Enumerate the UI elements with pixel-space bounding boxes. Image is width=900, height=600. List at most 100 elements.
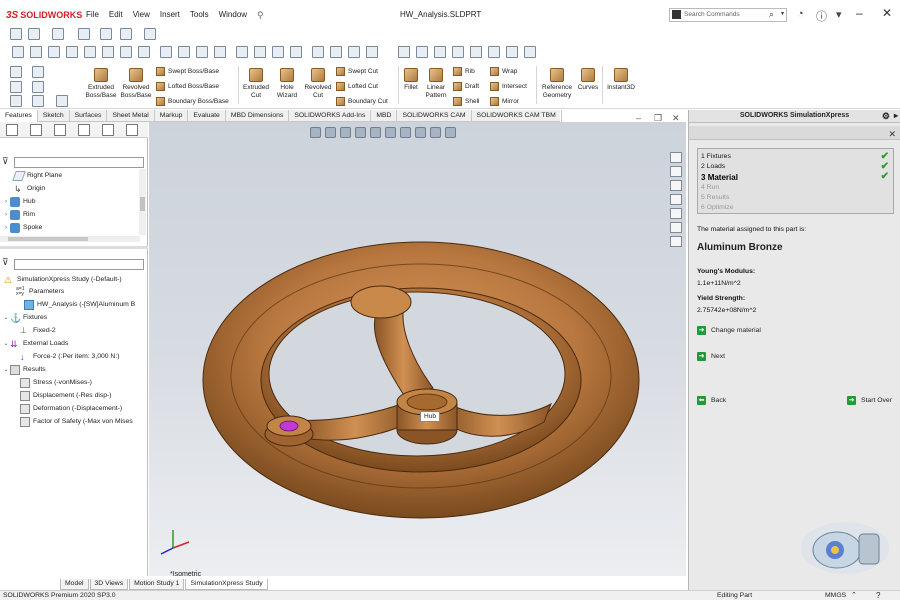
back-button[interactable]: ⬅ Back xyxy=(697,396,726,405)
tree-item-displacement[interactable]: Displacement (-Res disp-) xyxy=(20,389,112,402)
tab-model[interactable]: Model xyxy=(60,579,89,590)
swept-cut-button[interactable]: Swept Cut xyxy=(336,67,378,76)
solidworks-logo[interactable]: 3S SOLIDWORKS xyxy=(6,9,82,21)
scene-icon[interactable] xyxy=(506,46,518,58)
tab-3d-views[interactable]: 3D Views xyxy=(89,579,129,590)
curves-button[interactable]: Curves xyxy=(576,68,600,92)
rib-button[interactable]: Rib xyxy=(453,67,475,76)
tree-item-force[interactable]: ↓ Force-2 (:Per item: 3,000 N:) xyxy=(20,350,120,363)
panel-arrows-icon[interactable] xyxy=(126,124,138,136)
display-manager-tab-icon[interactable] xyxy=(102,124,114,136)
lofted-cut-button[interactable]: Lofted Cut xyxy=(336,82,378,91)
chevron-down-icon[interactable]: ▾ xyxy=(781,10,784,17)
handwheel-model[interactable] xyxy=(149,122,686,576)
chevron-down-icon[interactable]: ⌄ xyxy=(2,314,10,321)
feature-manager-tab-icon[interactable] xyxy=(6,124,18,136)
tab-sheet-metal[interactable]: Sheet Metal xyxy=(107,110,155,122)
options-gear-icon[interactable] xyxy=(120,28,132,40)
chevron-right-icon[interactable]: › xyxy=(2,212,10,218)
tree-item-external-loads[interactable]: ⌄ ⇊ External Loads xyxy=(2,337,68,350)
open-ribbon-icon[interactable] xyxy=(10,95,22,107)
toolbar-options-icon[interactable] xyxy=(524,46,536,58)
undo-icon[interactable] xyxy=(144,28,156,40)
graphics-area[interactable] xyxy=(149,122,686,576)
spline-icon[interactable] xyxy=(236,46,248,58)
home-icon[interactable] xyxy=(10,28,22,40)
scrollbar-thumb[interactable] xyxy=(140,197,145,211)
tree-item-right-plane[interactable]: Right Plane xyxy=(6,169,62,182)
menu-insert[interactable]: Insert xyxy=(160,10,180,21)
mass-properties-icon[interactable] xyxy=(434,46,446,58)
appearance-icon[interactable] xyxy=(452,46,464,58)
minimize-view-icon[interactable]: – xyxy=(636,113,641,123)
fillet-sketch-icon[interactable] xyxy=(348,46,360,58)
menu-window[interactable]: Window xyxy=(219,10,247,21)
select-icon[interactable] xyxy=(48,46,60,58)
chamfer-icon[interactable] xyxy=(366,46,378,58)
rebuild-ribbon-icon[interactable] xyxy=(32,81,44,93)
appearances-icon[interactable] xyxy=(670,208,682,219)
tab-evaluate[interactable]: Evaluate xyxy=(188,110,226,122)
simulationxpress-tab-icon[interactable] xyxy=(670,236,682,247)
file-explorer-icon[interactable] xyxy=(670,180,682,191)
boundary-boss-button[interactable]: Boundary Boss/Base xyxy=(156,97,229,106)
line-icon[interactable] xyxy=(160,46,172,58)
tree-item-fixtures[interactable]: ⌄ ⚓ Fixtures xyxy=(2,311,47,324)
relations-icon[interactable] xyxy=(330,46,342,58)
tab-motion-study[interactable]: Motion Study 1 xyxy=(129,579,185,590)
pin-icon[interactable]: ⚲ xyxy=(257,10,264,21)
lofted-boss-button[interactable]: Lofted Boss/Base xyxy=(156,82,219,91)
display-style-icon[interactable] xyxy=(120,46,132,58)
property-manager-tab-icon[interactable] xyxy=(30,124,42,136)
zoom-to-fit-icon[interactable] xyxy=(310,127,321,138)
tree-item-parameters[interactable]: a=1 x=y Parameters xyxy=(16,285,64,298)
tab-sketch[interactable]: Sketch xyxy=(38,110,70,122)
new-document-icon[interactable] xyxy=(28,28,40,40)
panel-splitter[interactable] xyxy=(0,246,148,249)
zoom-icon[interactable] xyxy=(84,46,96,58)
tree-item-rim[interactable]: › Rim xyxy=(2,208,35,221)
help-status-icon[interactable]: ? xyxy=(876,591,880,600)
filter-icon[interactable]: ⊽ xyxy=(2,156,9,167)
display-style-hud-icon[interactable] xyxy=(385,127,396,138)
user-icon[interactable]: ◔ xyxy=(797,8,804,20)
measure-icon[interactable] xyxy=(416,46,428,58)
tree-item-results[interactable]: ⌄ Results xyxy=(2,363,46,376)
shell-button[interactable]: Shell xyxy=(453,97,479,106)
view-orientation-hud-icon[interactable] xyxy=(370,127,381,138)
horizontal-scrollbar[interactable] xyxy=(0,236,140,242)
hole-wizard-button[interactable]: Hole Wizard xyxy=(272,68,302,99)
close-window-button[interactable]: ✕ xyxy=(882,6,892,20)
previous-view-icon[interactable] xyxy=(340,127,351,138)
save-ribbon-icon[interactable] xyxy=(32,66,44,78)
menu-edit[interactable]: Edit xyxy=(109,10,123,21)
solidworks-resources-icon[interactable] xyxy=(670,152,682,163)
search-commands-input[interactable]: Search Commands ⌕ ▾ xyxy=(669,8,787,22)
tab-markup[interactable]: Markup xyxy=(155,110,189,122)
revolved-boss-button[interactable]: Revolved Boss/Base xyxy=(119,68,153,99)
smart-dimension-icon[interactable] xyxy=(66,46,78,58)
close-panel-button[interactable]: ✕ xyxy=(888,129,896,140)
save-icon[interactable] xyxy=(78,28,90,40)
tree-item-deformation[interactable]: Deformation (-Displacement-) xyxy=(20,402,122,415)
swept-boss-button[interactable]: Swept Boss/Base xyxy=(156,67,219,76)
dimxpert-tab-icon[interactable] xyxy=(78,124,90,136)
mirror-button[interactable]: Mirror xyxy=(490,97,519,106)
linear-pattern-button[interactable]: Linear Pattern xyxy=(422,68,450,99)
circle-icon[interactable] xyxy=(178,46,190,58)
tab-solidworks-addins[interactable]: SOLIDWORKS Add-Ins xyxy=(289,110,372,122)
settings-gear-icon[interactable]: ⚙ xyxy=(882,110,890,122)
pattern-icon[interactable] xyxy=(312,46,324,58)
configuration-manager-tab-icon[interactable] xyxy=(54,124,66,136)
tab-surfaces[interactable]: Surfaces xyxy=(70,110,108,122)
step-fixtures[interactable]: 1 Fixtures xyxy=(701,153,731,160)
view-orientation-icon[interactable] xyxy=(102,46,114,58)
edit-appearance-icon[interactable] xyxy=(415,127,426,138)
scrollbar-thumb[interactable] xyxy=(8,237,88,241)
revolved-cut-button[interactable]: Revolved Cut xyxy=(302,68,334,99)
tab-mbd[interactable]: MBD xyxy=(371,110,398,122)
pin-panel-icon[interactable]: ▸ xyxy=(894,110,898,122)
boundary-cut-button[interactable]: Boundary Cut xyxy=(336,97,388,106)
options-ribbon-icon[interactable] xyxy=(32,95,44,107)
tab-solidworks-cam-tbm[interactable]: SOLIDWORKS CAM TBM xyxy=(472,110,562,122)
